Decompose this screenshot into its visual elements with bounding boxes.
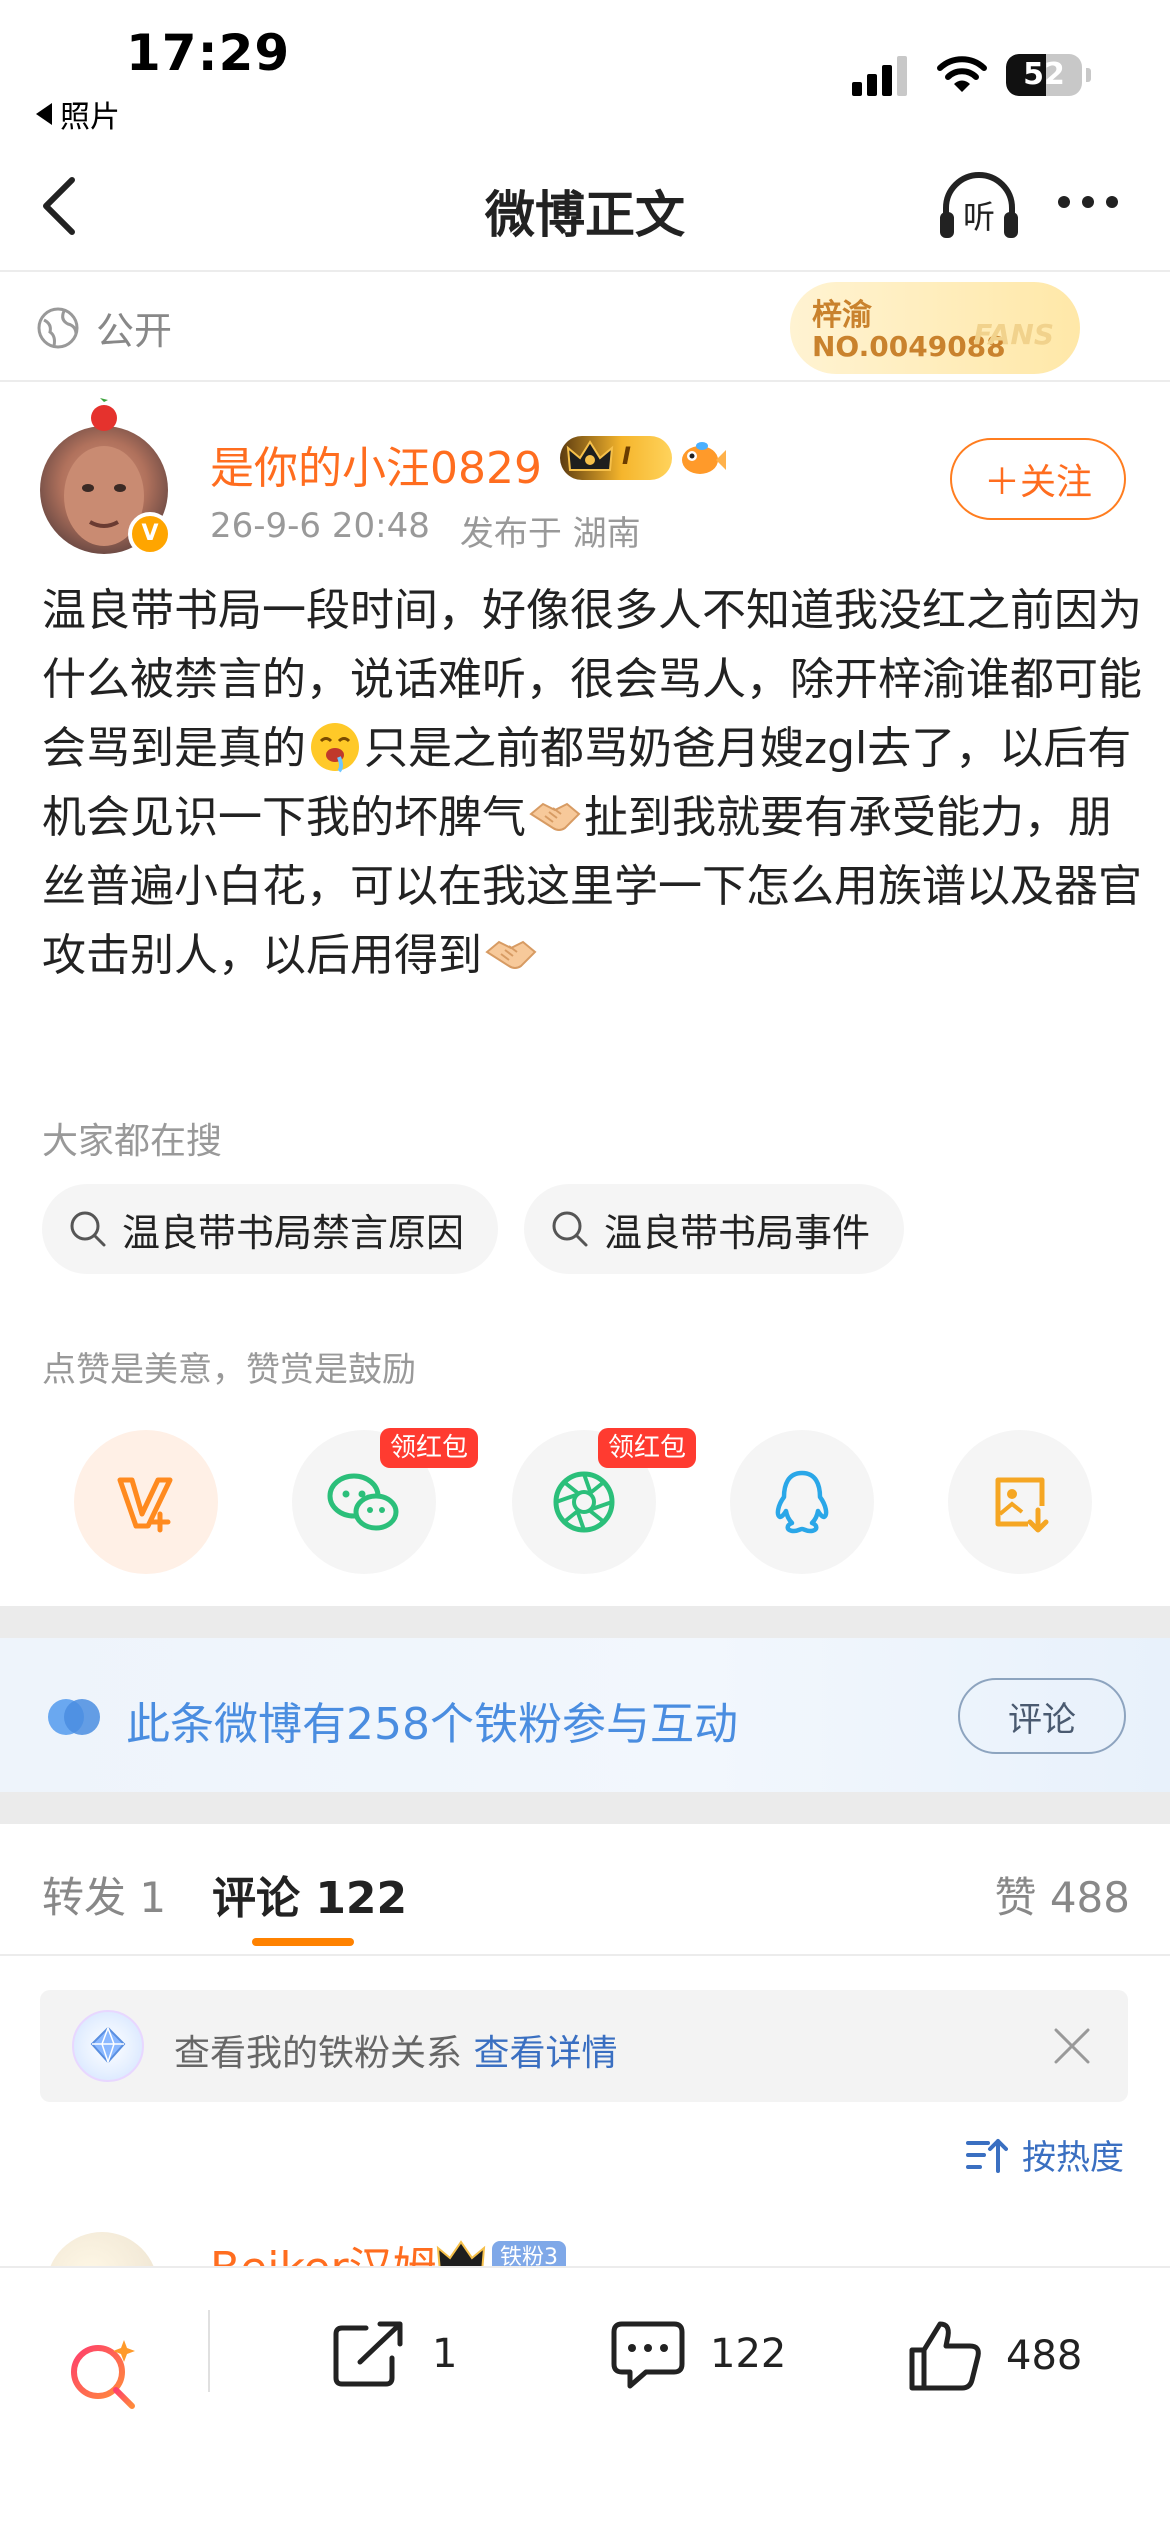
toolbar-divider [208, 2310, 210, 2392]
like-button[interactable]: 488 [906, 2318, 1082, 2394]
iron-fan-relation-label: 查看我的铁粉关系 [174, 2033, 463, 2074]
iron-fans-icon [46, 1697, 102, 1737]
diamond-icon [72, 2010, 144, 2082]
post-time: 26-9-6 20:48 [210, 506, 430, 546]
thumbs-up-icon [909, 2321, 981, 2391]
tab-comment[interactable]: 评论 122 [212, 1862, 407, 1926]
share-qq-button[interactable] [730, 1430, 874, 1574]
visibility-indicator: 公开 [36, 300, 172, 355]
fish-badge-icon [682, 442, 726, 474]
handshake-icon [529, 802, 581, 831]
visibility-label: 公开 [96, 309, 173, 353]
sort-label: 按热度 [1022, 2138, 1124, 2178]
qq-icon [775, 1470, 829, 1534]
back-to-app-button[interactable]: 照片 [36, 92, 120, 136]
iron-fan-relation-bar[interactable]: 查看我的铁粉关系 查看详情 [40, 1990, 1128, 2102]
tab-repost[interactable]: 转发 1 [42, 1864, 166, 1925]
handshake-icon [485, 940, 537, 969]
fans-badge-watermark: FANS [973, 318, 1054, 351]
back-app-label: 照片 [60, 100, 120, 135]
hot-search-text: 温良带书局事件 [604, 1210, 871, 1255]
hot-search-chip[interactable]: 温良带书局事件 [524, 1184, 905, 1274]
headphones-icon: 听 [940, 172, 1018, 238]
post-location: 发布于 湖南 [459, 514, 641, 554]
close-button[interactable] [1052, 2026, 1092, 2066]
dot-icon [1058, 196, 1070, 208]
follow-button[interactable]: ＋关注 [950, 438, 1126, 520]
drooling-face-icon [311, 723, 359, 773]
iron-fan-relation-text: 查看我的铁粉关系 查看详情 [174, 2024, 617, 2076]
repost-count: 1 [432, 2331, 458, 2377]
sort-icon [966, 2138, 1008, 2173]
dot-icon [1106, 196, 1118, 208]
save-image-icon [995, 1477, 1049, 1533]
close-icon [1054, 2028, 1090, 2064]
comment-button[interactable]: 122 [608, 2318, 786, 2390]
moments-icon [553, 1471, 615, 1533]
listen-button[interactable]: 听 [936, 172, 1022, 244]
sort-button[interactable]: 按热度 [966, 2130, 1124, 2179]
active-tab-indicator [252, 1938, 354, 1946]
save-image-button[interactable] [948, 1430, 1092, 1574]
like-count: 488 [1006, 2333, 1083, 2379]
post-body: 温良带书局一段时间，好像很多人不知道我没红之前因为什么被禁言的，说话难听，很会骂… [42, 576, 1142, 990]
globe-icon [37, 307, 79, 348]
view-details-link[interactable]: 查看详情 [473, 2033, 617, 2074]
reward-label: 点赞是美意，赞赏是鼓励 [42, 1350, 416, 1390]
avatar-decoration-icon [88, 398, 120, 432]
cellular-signal-icon [852, 56, 912, 96]
status-time: 17:29 [126, 24, 291, 82]
repost-icon [333, 2321, 403, 2387]
comment-count: 122 [710, 2331, 787, 2377]
divider [0, 1954, 1170, 1956]
search-sparkle-icon [71, 2340, 135, 2409]
author-name[interactable]: 是你的小汪0829 [210, 432, 542, 496]
verified-badge-icon: V [128, 512, 172, 556]
divider [0, 380, 1170, 382]
search-button[interactable] [66, 2336, 142, 2412]
crown-icon [566, 440, 614, 471]
wifi-icon [936, 54, 988, 94]
iron-fans-text: 此条微博有258个铁粉参与互动 [126, 1699, 738, 1750]
battery-percent: 52 [1023, 57, 1065, 92]
hot-search-label: 大家都在搜 [42, 1121, 223, 1162]
post-meta: 26-9-6 20:48 发布于 湖南 [210, 506, 641, 555]
vip-reward-icon [117, 1477, 173, 1533]
comment-icon [611, 2321, 685, 2389]
hot-search-text: 温良带书局禁言原因 [122, 1210, 465, 1255]
section-separator [0, 1792, 1170, 1824]
search-icon [70, 1211, 106, 1247]
red-packet-tag: 领红包 [380, 1428, 479, 1468]
member-level-badge: I [560, 436, 672, 480]
bottom-toolbar: 1 122 488 [0, 2266, 1170, 2532]
wechat-icon [327, 1473, 399, 1531]
more-options-button[interactable] [1058, 196, 1118, 208]
fans-badge-name: 梓渝 [812, 298, 872, 333]
search-icon [552, 1211, 588, 1247]
repost-button[interactable]: 1 [330, 2318, 457, 2390]
tab-like[interactable]: 赞 488 [994, 1864, 1130, 1925]
section-separator [0, 1606, 1170, 1638]
reward-button[interactable] [74, 1430, 218, 1574]
iron-fans-comment-button[interactable]: 评论 [958, 1678, 1126, 1754]
dot-icon [1082, 196, 1094, 208]
hot-search-chip[interactable]: 温良带书局禁言原因 [42, 1184, 499, 1274]
back-triangle-icon [36, 103, 52, 125]
divider [0, 270, 1170, 272]
svg-text:听: 听 [963, 198, 995, 236]
member-level: I [622, 442, 631, 470]
author-badges[interactable]: I [560, 436, 726, 480]
battery-indicator: 52 [1006, 54, 1091, 96]
fans-badge[interactable]: 梓渝 NO.0049088 FANS [790, 282, 1080, 374]
red-packet-tag: 领红包 [598, 1428, 697, 1468]
